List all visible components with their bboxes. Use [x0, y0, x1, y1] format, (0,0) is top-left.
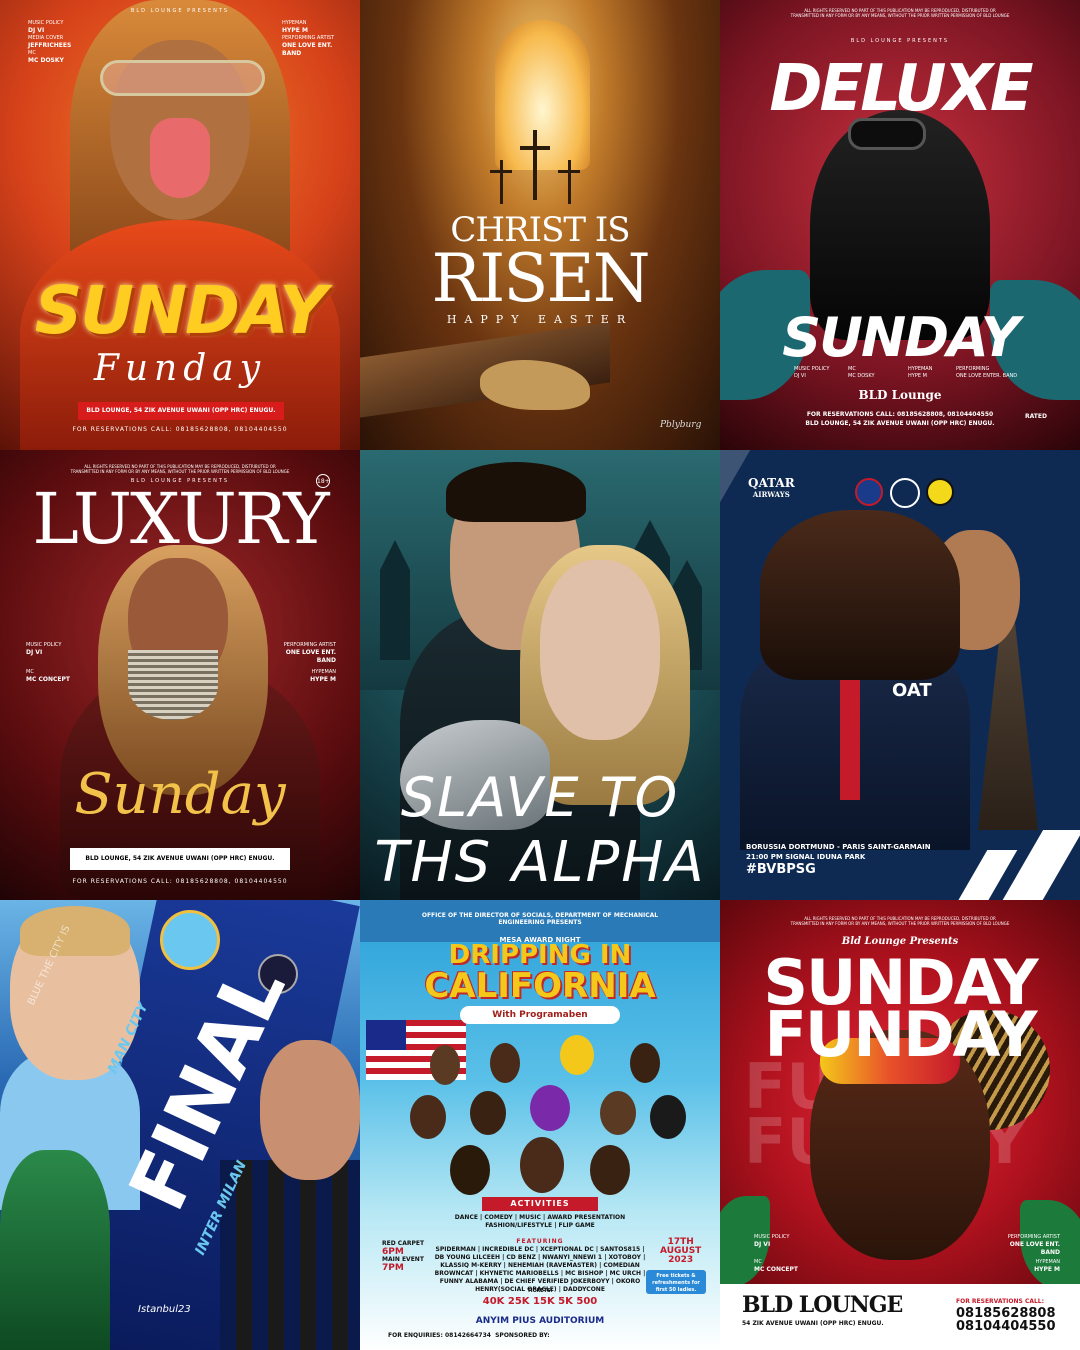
flyer-sunday-funday[interactable]: BLD LOUNGE PRESENTS MUSIC POLICY DJ VI M… — [0, 0, 360, 450]
flyer-christ-is-risen[interactable]: CHRIST IS RISEN HAPPY EASTER Pblyburg — [360, 0, 720, 450]
reservations-text: FOR RESERVATIONS CALL: 08185628808, 0810… — [72, 878, 288, 885]
bvb-crest-icon — [926, 478, 954, 506]
flyer-deluxe-sunday[interactable]: ALL RIGHTS RESERVED NO PART OF THIS PUBL… — [720, 0, 1080, 450]
stripe-decor — [996, 830, 1080, 900]
match-poster-bvb-psg[interactable]: QATAR AIRWAYS OAT BORUSSIA DORTMUND - PAR… — [720, 450, 1080, 900]
event-date: 17TH AUGUST 2023 — [660, 1237, 702, 1265]
man-city-crest-icon — [160, 910, 220, 970]
activities-banner: ACTIVITIES — [482, 1197, 598, 1211]
champions-league-icon — [890, 478, 920, 508]
right-credits: PERFORMING ARTIST ONE LOVE ENT. BAND HYP… — [283, 642, 336, 683]
necklace-icon — [128, 650, 218, 720]
event-times: RED CARPET 6PM MAIN EVENT 7PM — [382, 1240, 425, 1273]
brand-name: BLD LOUNGE — [742, 1292, 903, 1318]
flyer-script: Funday — [93, 348, 267, 389]
event-flyer-dripping-in-california[interactable]: OFFICE OF THE DIRECTOR OF SOCIALS, DEPAR… — [360, 900, 720, 1350]
credit: PERFORMING ONE LOVE ENTER. BAND — [956, 366, 1018, 379]
credit: MUSIC POLICY DJ VI — [794, 366, 830, 379]
hashtag: #BVBPSG — [746, 862, 816, 877]
cross-icon — [533, 130, 537, 200]
office-text: OFFICE OF THE DIRECTOR OF SOCIALS, DEPAR… — [421, 912, 659, 926]
credit: MC MC DOSKY — [848, 366, 875, 379]
tickets-label: TICKETS: — [527, 1288, 553, 1294]
flyer-title: DELUXE — [769, 52, 1033, 126]
cross-bar — [558, 170, 580, 173]
address-box: BLD LOUNGE, 54 ZIK AVENUE UWANI (OPP HRC… — [70, 848, 290, 870]
rated-badge: RATED — [1025, 413, 1047, 420]
flyer-title: LUXURY — [32, 478, 329, 560]
cross-icon — [568, 160, 571, 204]
psg-crest-icon — [855, 478, 883, 506]
host-pill: With Programaben — [460, 1006, 620, 1024]
goalkeeper-kit — [0, 1150, 110, 1350]
flyer-script: Sunday — [74, 762, 286, 827]
rights-notice: ALL RIGHTS RESERVED NO PART OF THIS PUBL… — [790, 916, 1010, 926]
sunglasses-icon — [100, 60, 265, 96]
presenter-text: BLD LOUNGE PRESENTS — [130, 8, 230, 14]
footer-text: FOR ENQUIRIES: 08142664734 SPONSORED BY: — [388, 1332, 550, 1339]
title-line-2: RISEN — [431, 240, 651, 317]
flyer-grid: BLD LOUNGE PRESENTS MUSIC POLICY DJ VI M… — [0, 0, 1080, 1350]
player-face — [260, 1040, 360, 1180]
left-credits: MUSIC POLICY DJ VI MEDIA COVER JEFFRICHE… — [28, 20, 72, 64]
artist-crowd — [390, 1025, 690, 1200]
title-line-1: SLAVE TO — [400, 766, 680, 829]
phone-numbers: 08185628808 08104404550 — [956, 1306, 1056, 1334]
player-face — [760, 510, 960, 680]
activity-list: DANCE | COMEDY | MUSIC | AWARD PRESENTAT… — [454, 1214, 626, 1229]
cross-bar — [520, 146, 550, 150]
match-info: BORUSSIA DORTMUND - PARIS SAINT-GARMAIN 2… — [746, 843, 931, 861]
sponsor-logo: QATAR AIRWAYS — [748, 476, 795, 499]
cross-bar — [490, 170, 512, 173]
presenter-text: BLD LOUNGE PRESENTS — [850, 38, 950, 44]
flyer-title: SUNDAY — [34, 272, 327, 349]
title-line-2: FUNDAY — [764, 998, 1038, 1071]
subtitle: HAPPY EASTER — [446, 313, 634, 326]
rights-notice: ALL RIGHTS RESERVED NO PART OF THIS PUBL… — [70, 464, 290, 474]
flyer-subtitle: SUNDAY — [782, 306, 1019, 369]
man-hair — [446, 462, 586, 522]
player-hair — [20, 906, 130, 956]
left-credits: MUSIC POLICY DJ VI MC MC CONCEPT — [754, 1234, 798, 1273]
rights-notice: ALL RIGHTS RESERVED NO PART OF THIS PUBL… — [790, 8, 1010, 18]
flyer-luxury-sunday[interactable]: ALL RIGHTS RESERVED NO PART OF THIS PUBL… — [0, 450, 360, 900]
venue-logo: Istanbul23 — [138, 1304, 191, 1315]
book-cover-slave-to-the-alpha[interactable]: SLAVE TO THS ALPHA — [360, 450, 720, 900]
signature: Pblyburg — [660, 420, 702, 430]
address: 54 ZIK AVENUE UWANI (OPP HRC) ENUGU. — [742, 1320, 884, 1327]
right-credits: PERFORMING ARTIST ONE LOVE ENT. BAND HYP… — [1007, 1234, 1060, 1273]
venue: ANYIM PIUS AUDITORIUM — [475, 1316, 605, 1326]
mouth-shape — [150, 118, 210, 198]
right-credits: HYPEMAN HYPE M PERFORMING ARTIST ONE LOV… — [282, 20, 335, 57]
credit: HYPEMAN HYPE M — [908, 366, 933, 379]
inter-shirt — [220, 1160, 360, 1350]
ticket-prices: 40K 25K 15K 5K 500 — [482, 1296, 598, 1307]
match-poster-final[interactable]: FINAL MAN CITY INTER MILAN BLUE THE CITY… — [0, 900, 360, 1350]
left-credits: MUSIC POLICY DJ VI MC MC CONCEPT — [26, 642, 70, 683]
kit-sponsor-text: OAT — [892, 680, 932, 701]
brand-name: BLD Lounge — [858, 388, 942, 402]
lineup: FEATURING SPIDERMAN | INCREDIBLE DC | XC… — [434, 1238, 646, 1293]
cross-icon — [500, 160, 503, 204]
flyer-sunday-funday-red[interactable]: ALL RIGHTS RESERVED NO PART OF THIS PUBL… — [720, 900, 1080, 1350]
address-banner: BLD LOUNGE, 54 ZIK AVENUE UWANI (OPP HRC… — [78, 402, 284, 420]
title-line-2: THS ALPHA — [374, 830, 706, 895]
woman-face — [540, 560, 660, 740]
reservations-label: FOR RESERVATIONS CALL: — [956, 1298, 1045, 1305]
reservations-text: FOR RESERVATIONS CALL: 08185628808, 0810… — [72, 426, 288, 433]
title-line-2: CALIFORNIA — [424, 966, 656, 1006]
